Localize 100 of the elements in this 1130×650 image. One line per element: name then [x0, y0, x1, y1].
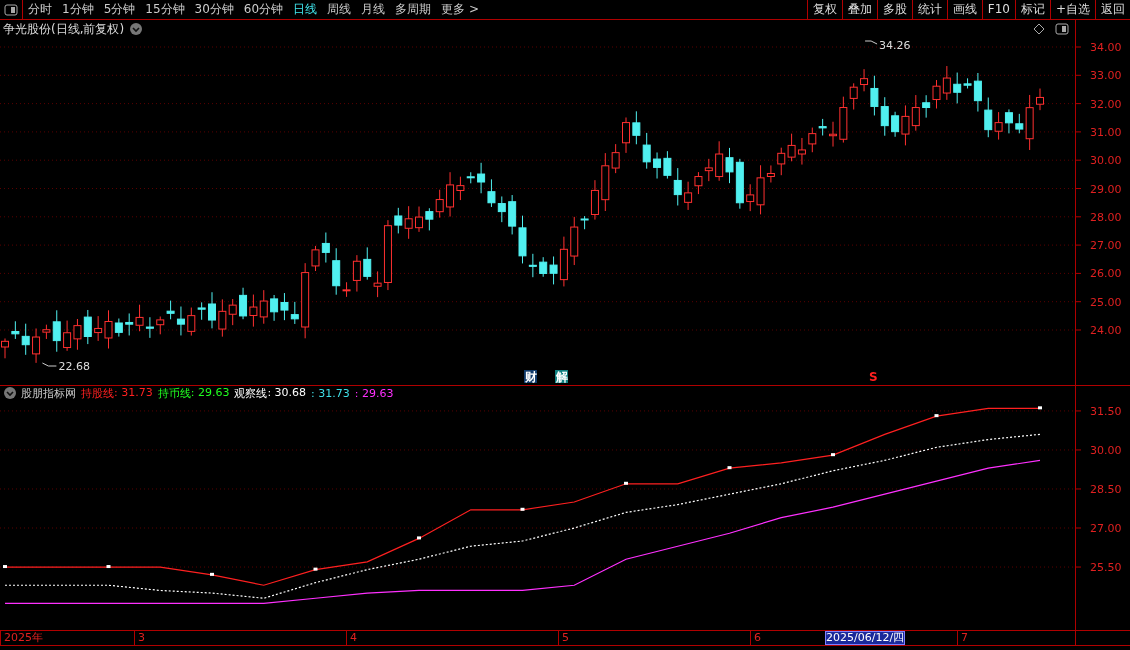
- toolbar-button[interactable]: F10: [981, 0, 1015, 19]
- axis-label: 29.00: [1090, 182, 1122, 196]
- candlestick: [280, 292, 289, 321]
- candlestick: [259, 289, 268, 325]
- candlestick: [880, 96, 889, 137]
- candlestick: [218, 298, 227, 338]
- candlestick: [83, 309, 92, 345]
- date-label: 6: [750, 631, 761, 645]
- candlestick: [321, 232, 330, 263]
- candlestick: [497, 195, 506, 223]
- panel-toggle-icon[interactable]: [4, 3, 18, 16]
- candlestick: [622, 117, 630, 154]
- dropdown-icon[interactable]: [4, 387, 16, 399]
- period-tab[interactable]: 5分钟: [98, 0, 141, 19]
- point-marker: [1038, 406, 1042, 410]
- candlestick: [725, 147, 734, 184]
- candlestick: [290, 301, 299, 325]
- axis-label: 31.50: [1090, 404, 1122, 418]
- axis-label: 27.00: [1090, 522, 1122, 535]
- period-tab[interactable]: 60分钟: [238, 0, 289, 19]
- candlestick: [73, 318, 82, 351]
- period-tab[interactable]: 1分钟: [57, 0, 99, 19]
- period-tab[interactable]: 分时: [23, 0, 57, 19]
- candlestick: [394, 207, 403, 234]
- leader-line: [41, 362, 57, 367]
- toolbar-button[interactable]: 多股: [876, 0, 912, 19]
- point-marker: [727, 466, 732, 470]
- axis-label: 27.00: [1090, 239, 1122, 253]
- point-marker: [106, 565, 111, 569]
- candlestick: [435, 189, 444, 219]
- candlestick: [135, 304, 144, 332]
- candlestick: [994, 111, 1003, 141]
- date-label: 5: [558, 631, 569, 645]
- candlestick: [539, 256, 548, 278]
- candlestick: [829, 121, 837, 148]
- candlestick: [228, 298, 237, 326]
- date-label: 3: [134, 631, 145, 645]
- axis-label: 30.00: [1090, 154, 1122, 168]
- candlestick: [911, 94, 920, 132]
- toolbar-button[interactable]: 叠加: [841, 0, 877, 19]
- toolbar-button[interactable]: 统计: [911, 0, 947, 19]
- legend-value: : 29.63: [354, 386, 394, 400]
- period-tab[interactable]: 更多 >: [436, 0, 484, 19]
- candlestick: [922, 94, 931, 119]
- period-tab[interactable]: 30分钟: [189, 0, 239, 19]
- candlestick: [249, 294, 258, 328]
- point-marker: [210, 572, 214, 576]
- toolbar-button[interactable]: 标记: [1014, 0, 1050, 19]
- candlestick: [145, 316, 154, 339]
- axis-label: 28.00: [1090, 210, 1122, 224]
- indicator-name: 股朋指标网: [21, 385, 76, 401]
- point-marker: [520, 507, 525, 511]
- toolbar-button[interactable]: 返回: [1095, 0, 1130, 19]
- candlestick: [208, 291, 216, 329]
- candlestick: [1036, 88, 1044, 111]
- legend-value: : 29.63: [190, 385, 230, 401]
- candlestick: [404, 205, 413, 240]
- axis-label: 31.00: [1090, 125, 1122, 139]
- point-marker: [417, 536, 421, 540]
- point-marker: [831, 453, 835, 457]
- period-tab[interactable]: 周线: [322, 0, 357, 19]
- candlestick: [156, 316, 165, 335]
- toolbar-button[interactable]: +自选: [1049, 0, 1095, 19]
- candlestick: [932, 79, 941, 109]
- candlestick: [487, 178, 496, 208]
- toolbar-button[interactable]: 画线: [946, 0, 982, 19]
- event-marker[interactable]: 财: [524, 370, 537, 384]
- axis-label: 34.00: [1090, 41, 1122, 54]
- toolbar-button[interactable]: 复权: [806, 0, 842, 19]
- period-tab[interactable]: 15分钟: [140, 0, 190, 19]
- candlestick: [984, 97, 993, 138]
- period-tab[interactable]: 月线: [356, 0, 391, 19]
- legend-label: 持股线: [81, 385, 114, 401]
- event-marker[interactable]: 解: [555, 370, 568, 384]
- signal-marker[interactable]: S: [869, 370, 878, 384]
- point-marker: [934, 414, 939, 418]
- dropdown-icon[interactable]: [130, 23, 143, 35]
- candlestick: [663, 150, 672, 180]
- candlestick: [797, 137, 806, 166]
- candlestick: [777, 147, 786, 176]
- date-label: 7: [957, 631, 968, 645]
- candlestick: [684, 181, 693, 211]
- cursor-date-label: 2025/06/12/四: [825, 631, 906, 645]
- period-tab[interactable]: 日线: [288, 0, 323, 19]
- candlestick: [694, 171, 703, 195]
- diamond-icon[interactable]: [1033, 23, 1045, 35]
- axis-label: 25.00: [1090, 295, 1122, 309]
- candlestick: [632, 110, 641, 145]
- candlestick: [704, 158, 713, 182]
- candlestick: [642, 132, 651, 170]
- candlestick: [125, 312, 134, 336]
- candlestick: [735, 158, 744, 210]
- candlestick: [653, 152, 662, 180]
- candlestick: [239, 287, 248, 320]
- candlestick: [425, 207, 434, 231]
- candlestick: [673, 167, 682, 206]
- period-tab[interactable]: 多周期: [390, 0, 437, 19]
- panel-toggle-icon[interactable]: [1055, 23, 1069, 35]
- chart-title: 争光股份(日线,前复权): [3, 20, 125, 38]
- candlestick: [415, 206, 423, 233]
